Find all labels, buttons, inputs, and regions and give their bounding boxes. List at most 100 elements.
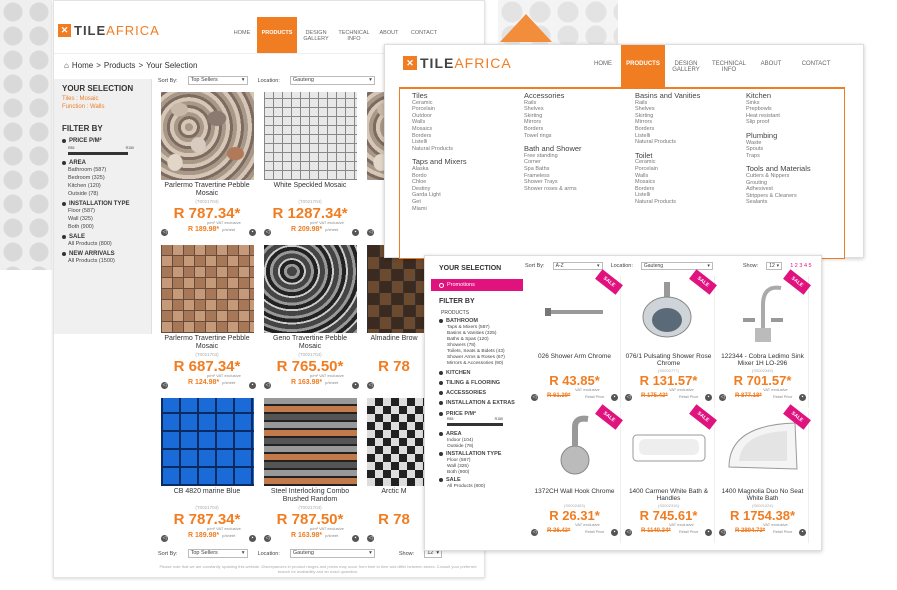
mega-link[interactable]: Walls <box>412 119 467 126</box>
nav-about[interactable]: ABOUT <box>373 17 405 36</box>
mega-link[interactable]: Spa Baths <box>524 166 582 173</box>
mega-link[interactable]: Traps <box>746 153 811 160</box>
filter-option[interactable]: All Products (800) <box>54 240 151 248</box>
mega-link[interactable]: Shelves <box>524 106 582 113</box>
product-name[interactable]: 1400 Carmen White Bath & Handles <box>623 488 714 502</box>
mega-link[interactable]: Mosaics <box>412 126 467 133</box>
mega-heading-taps[interactable]: Taps and Mixers <box>412 158 467 166</box>
mega-heading-toilet[interactable]: Toilet <box>635 152 700 160</box>
mega-link[interactable]: Borders <box>524 126 582 133</box>
product-name[interactable]: Geno Travertine Pebble Mosaic <box>261 335 359 351</box>
mega-heading-bath[interactable]: Bath and Shower <box>524 145 582 153</box>
mega-heading-kitchen[interactable]: Kitchen <box>746 92 811 100</box>
share-icon[interactable]: ◁ <box>531 394 538 401</box>
cart-icon[interactable]: ▪ <box>705 394 712 401</box>
mega-link[interactable]: Skirting <box>635 113 700 120</box>
home-icon[interactable]: ⌂ <box>64 61 69 70</box>
share-icon[interactable]: ◁ <box>719 529 726 536</box>
mega-link[interactable]: Alaska <box>412 166 467 173</box>
selected-filter[interactable]: Tiles : Mosaic <box>54 95 151 103</box>
price-slider[interactable] <box>68 152 128 155</box>
mega-link[interactable]: Listelli <box>635 192 700 199</box>
filter-group[interactable]: ACCESSORIES <box>431 388 523 396</box>
mega-link[interactable]: Mosaics <box>635 179 700 186</box>
product-card[interactable]: SALE 1400 Magnolia Duo No Seat White Bath… <box>717 404 811 543</box>
product-name[interactable]: 076/1 Pulsating Shower Rose Chrome <box>623 353 714 367</box>
filter-group-area[interactable]: AREA <box>54 157 151 166</box>
nav-products[interactable]: PRODUCTS <box>257 17 297 53</box>
cart-icon[interactable]: ▪ <box>352 229 359 236</box>
nav-technical-info[interactable]: TECHNICAL INFO <box>335 17 373 42</box>
mega-link[interactable]: Natural Products <box>412 146 467 153</box>
filter-option[interactable]: Outside (78) <box>54 190 151 198</box>
show-select[interactable]: 12 ▾ <box>766 262 783 270</box>
product-card[interactable]: Geno Travertine Pebble Mosaic (T0021704) R… <box>261 244 359 392</box>
cart-icon[interactable]: ▪ <box>352 382 359 389</box>
filter-group-installation[interactable]: INSTALLATION TYPE <box>54 198 151 207</box>
nav-home[interactable]: HOME <box>585 45 621 67</box>
nav-products[interactable]: PRODUCTS <box>621 45 665 87</box>
cart-icon[interactable]: ▪ <box>249 382 256 389</box>
mega-link[interactable]: Garda Light <box>412 192 467 199</box>
share-icon[interactable]: ◁ <box>531 529 538 536</box>
mega-heading-plumbing[interactable]: Plumbing <box>746 132 811 140</box>
cart-icon[interactable]: ▪ <box>352 535 359 542</box>
nav-design-gallery[interactable]: DESIGN GALLERY <box>665 45 707 73</box>
mega-link[interactable]: Porcelain <box>412 106 467 113</box>
product-name[interactable]: 026 Shower Arm Chrome <box>529 353 620 360</box>
mega-link[interactable]: Adhesivest <box>746 186 811 193</box>
mega-link[interactable]: Listelli <box>412 139 467 146</box>
product-image[interactable] <box>161 245 254 333</box>
promotions-filter[interactable]: Promotions <box>431 279 523 291</box>
filter-option[interactable]: All Products (1500) <box>54 257 151 265</box>
product-card[interactable]: SALE 076/1 Pulsating Shower Rose Chrome (S… <box>623 269 717 408</box>
mega-link[interactable]: Ceramic <box>635 159 700 166</box>
filter-group-sale[interactable]: SALE <box>54 231 151 240</box>
mega-link[interactable]: Waste <box>746 140 811 147</box>
share-icon[interactable]: ◁ <box>625 529 632 536</box>
product-name[interactable]: 122344 - Cobra Ledimo Sink Mixer 1H LO-2… <box>717 353 808 367</box>
product-name[interactable]: White Speckled Mosaic <box>261 182 359 190</box>
mega-link[interactable]: Strippers & Cleaners <box>746 193 811 200</box>
mega-link[interactable]: Free standing <box>524 153 582 160</box>
product-card[interactable]: Parlermo Travertine Pebble Mosaic (T00217… <box>158 91 256 239</box>
mega-link[interactable]: Rails <box>635 100 700 107</box>
filter-group-price[interactable]: PRICE P/M² <box>54 135 151 144</box>
share-icon[interactable]: ◁ <box>264 535 271 542</box>
mega-link[interactable]: Slip proof <box>746 119 811 126</box>
sort-select[interactable]: Top Sellers ▾ <box>187 549 248 558</box>
mega-link[interactable]: Borders <box>635 186 700 193</box>
filter-group-new-arrivals[interactable]: NEW ARRIVALS <box>54 248 151 257</box>
product-name[interactable]: Almadine Brow <box>364 335 424 343</box>
mega-link[interactable]: Spouts <box>746 146 811 153</box>
share-icon[interactable]: ◁ <box>367 229 374 236</box>
filter-group-installation[interactable]: INSTALLATION TYPE <box>431 449 523 457</box>
cart-icon[interactable]: ▪ <box>799 394 806 401</box>
nav-design-gallery[interactable]: DESIGN GALLERY <box>297 17 335 42</box>
share-icon[interactable]: ◁ <box>161 535 168 542</box>
mega-link[interactable]: Corner <box>524 159 582 166</box>
cart-icon[interactable]: ▪ <box>249 229 256 236</box>
cart-icon[interactable]: ▪ <box>611 394 618 401</box>
mega-link[interactable]: Cutters & Nippers <box>746 173 811 180</box>
filter-group[interactable]: INSTALLATION & EXTRAS <box>431 398 523 406</box>
selected-filter[interactable]: Function : Walls <box>54 103 151 111</box>
mega-link[interactable]: Shower roses & arms <box>524 186 582 193</box>
share-icon[interactable]: ◁ <box>161 229 168 236</box>
product-card[interactable]: White Speckled Mosaic (T0021704) R 1287.34… <box>261 91 359 239</box>
mega-link[interactable]: Porcelain <box>635 166 700 173</box>
filter-option[interactable]: Wall (325) <box>54 215 151 223</box>
filter-option[interactable]: Both (900) <box>54 223 151 231</box>
filter-group[interactable]: TILING & FLOORING <box>431 378 523 386</box>
cart-icon[interactable]: ▪ <box>249 535 256 542</box>
product-card[interactable]: SALE 1372CH Wall Hook Chrome (S0002453) R 2… <box>529 404 623 543</box>
filter-option[interactable]: Floor (587) <box>54 207 151 215</box>
product-card[interactable]: SALE 026 Shower Arm Chrome R 43.85* VAT exc… <box>529 269 623 408</box>
mega-link[interactable]: Prepbowls <box>746 106 811 113</box>
product-name[interactable]: Arctic M <box>364 488 424 496</box>
mega-link[interactable]: Listelli <box>635 133 700 140</box>
product-image[interactable] <box>161 398 254 486</box>
product-card[interactable]: Arctic M R 78 ◁ <box>364 397 424 545</box>
share-icon[interactable]: ◁ <box>161 382 168 389</box>
product-name[interactable]: 1372CH Wall Hook Chrome <box>529 488 620 495</box>
